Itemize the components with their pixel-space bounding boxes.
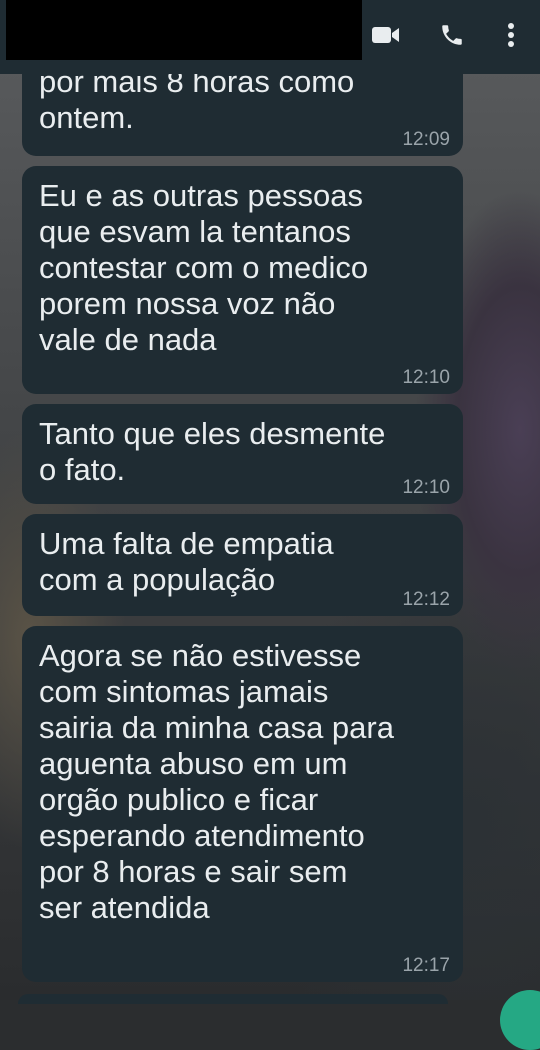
message-time: 12:10 [402, 367, 450, 388]
chat-header [0, 0, 540, 74]
message-time: 12:09 [402, 129, 450, 150]
message-bubble[interactable]: Tanto que eles desmente o fato. 12:10 [22, 404, 463, 504]
message-text: Eu e as outras pessoas que esvam la tent… [39, 178, 369, 357]
voice-call-icon[interactable] [435, 18, 469, 52]
redacted-contact-name [6, 0, 362, 60]
message-text: por mais 8 horas como ontem. [39, 64, 355, 135]
message-time: 12:12 [402, 589, 450, 610]
video-call-icon[interactable] [369, 18, 403, 52]
message-time: 12:17 [402, 955, 450, 976]
message-bubble[interactable]: Eu e as outras pessoas que esvam la tent… [22, 166, 463, 394]
message-text: Agora se não estivesse com sintomas jama… [39, 638, 394, 925]
message-time: 12:10 [402, 477, 450, 498]
more-options-icon[interactable] [494, 18, 528, 52]
next-message-bubble [18, 994, 448, 1004]
message-bubble[interactable]: por mais 8 horas como ontem. 12:09 [22, 62, 463, 156]
message-bubble[interactable]: Uma falta de empatia com a população 12:… [22, 514, 463, 616]
message-text: Uma falta de empatia com a população [39, 526, 334, 597]
message-text: Tanto que eles desmente o fato. [39, 416, 386, 487]
message-bubble[interactable]: Agora se não estivesse com sintomas jama… [22, 626, 463, 982]
